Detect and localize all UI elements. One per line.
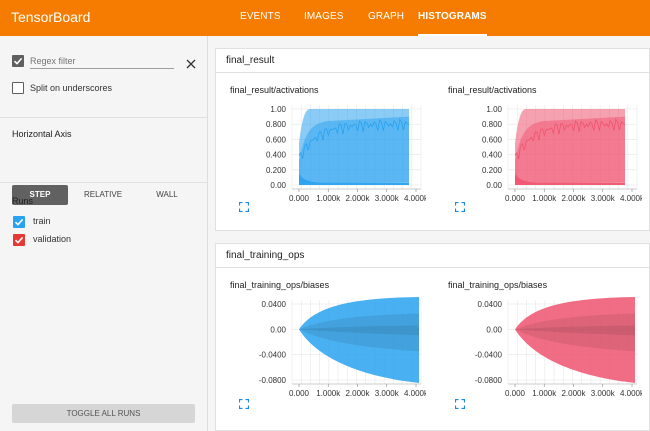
y-tick-label: -0.0800 xyxy=(259,376,287,385)
sidebar: Regex filter Split on underscores Horizo… xyxy=(0,36,208,431)
runs-title: Runs xyxy=(12,196,34,206)
x-tick-label: 0.000 xyxy=(505,389,526,398)
x-tick-label: 2.000k xyxy=(561,194,586,203)
y-tick-label: 0.800 xyxy=(266,120,287,129)
expand-icon[interactable] xyxy=(238,396,250,414)
x-tick-label: 4.000k xyxy=(620,194,642,203)
x-tick-label: 4.000k xyxy=(404,389,426,398)
section-header[interactable]: final_result xyxy=(216,49,649,73)
regex-filter-input[interactable]: Regex filter xyxy=(30,56,76,66)
y-tick-label: 0.800 xyxy=(482,120,503,129)
x-tick-label: 0.000 xyxy=(289,194,310,203)
x-tick-label: 3.000k xyxy=(591,389,616,398)
x-tick-label: 3.000k xyxy=(591,194,616,203)
chart-title: final_training_ops/biases xyxy=(448,280,548,290)
section-title: final_training_ops xyxy=(226,250,305,261)
expand-icon[interactable] xyxy=(238,199,250,217)
x-tick-label: 0.000 xyxy=(289,389,310,398)
y-tick-label: 0.200 xyxy=(482,166,503,175)
y-tick-label: 0.00 xyxy=(270,181,286,190)
tab-events[interactable]: EVENTS xyxy=(240,0,281,36)
y-tick-label: 0.00 xyxy=(486,181,502,190)
tab-histograms[interactable]: HISTOGRAMS xyxy=(418,0,487,36)
axis-wall-button[interactable]: WALL xyxy=(142,185,192,205)
toggle-all-runs-button[interactable]: TOGGLE ALL RUNS xyxy=(12,404,195,423)
x-tick-label: 1.000k xyxy=(316,389,341,398)
section-header[interactable]: final_training_ops xyxy=(216,244,649,268)
x-tick-label: 1.000k xyxy=(532,194,557,203)
run-validation-checkbox[interactable] xyxy=(13,234,25,246)
run-train-checkbox[interactable] xyxy=(13,216,25,228)
app-title: TensorBoard xyxy=(11,9,91,25)
top-bar: TensorBoard EVENTS IMAGES GRAPH HISTOGRA… xyxy=(0,0,650,36)
section-card: final_result final_result/activations 1.… xyxy=(215,48,650,231)
x-tick-label: 2.000k xyxy=(345,389,370,398)
chart-title: final_result/activations xyxy=(230,85,319,95)
y-tick-label: -0.0800 xyxy=(475,376,503,385)
tab-images[interactable]: IMAGES xyxy=(304,0,344,36)
regex-filter-underline xyxy=(30,68,174,69)
x-tick-label: 2.000k xyxy=(345,194,370,203)
y-tick-label: -0.0400 xyxy=(259,351,287,360)
split-underscores-checkbox[interactable] xyxy=(12,82,24,94)
x-tick-label: 2.000k xyxy=(561,389,586,398)
section-card: final_training_ops final_training_ops/bi… xyxy=(215,243,650,431)
expand-icon[interactable] xyxy=(454,396,466,414)
expand-icon[interactable] xyxy=(454,199,466,217)
y-tick-label: 1.00 xyxy=(486,105,502,114)
y-tick-label: 0.400 xyxy=(482,151,503,160)
y-tick-label: 0.600 xyxy=(482,135,503,144)
x-tick-label: 1.000k xyxy=(532,389,557,398)
y-tick-label: 1.00 xyxy=(270,105,286,114)
section-title: final_result xyxy=(226,55,275,66)
divider xyxy=(0,117,208,118)
chart-title: final_result/activations xyxy=(448,85,537,95)
y-tick-label: 0.600 xyxy=(266,135,287,144)
y-tick-label: 0.400 xyxy=(266,151,287,160)
y-tick-label: 0.200 xyxy=(266,166,287,175)
x-tick-label: 3.000k xyxy=(375,194,400,203)
axis-relative-button[interactable]: RELATIVE xyxy=(76,185,130,205)
y-tick-label: 0.00 xyxy=(270,325,286,334)
x-tick-label: 3.000k xyxy=(375,389,400,398)
clear-regex-icon[interactable] xyxy=(186,56,196,69)
tab-graph[interactable]: GRAPH xyxy=(368,0,404,36)
x-tick-label: 4.000k xyxy=(404,194,426,203)
y-tick-label: 0.0400 xyxy=(478,300,503,309)
regex-filter-checkbox[interactable] xyxy=(12,55,24,67)
run-validation-label: validation xyxy=(33,234,72,244)
x-tick-label: 4.000k xyxy=(620,389,642,398)
split-underscores-label: Split on underscores xyxy=(30,83,113,93)
x-tick-label: 1.000k xyxy=(316,194,341,203)
divider xyxy=(0,182,208,183)
y-tick-label: -0.0400 xyxy=(475,351,503,360)
y-tick-label: 0.0400 xyxy=(262,300,287,309)
horizontal-axis-title: Horizontal Axis xyxy=(12,129,72,139)
y-tick-label: 0.00 xyxy=(486,325,502,334)
x-tick-label: 0.000 xyxy=(505,194,526,203)
chart-title: final_training_ops/biases xyxy=(230,280,330,290)
run-train-label: train xyxy=(33,216,51,226)
